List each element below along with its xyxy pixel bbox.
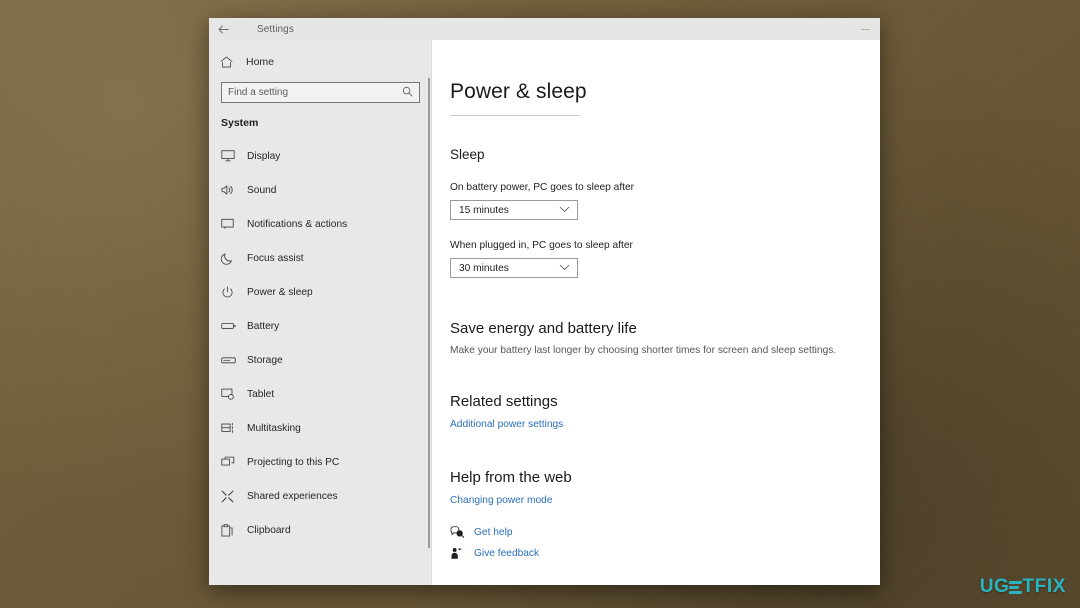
additional-power-settings-link[interactable]: Additional power settings xyxy=(450,419,563,430)
back-arrow-icon[interactable] xyxy=(209,18,237,40)
sidebar-item-label: Battery xyxy=(247,320,280,332)
sidebar-search-wrap xyxy=(209,82,432,103)
sidebar-item-label: Display xyxy=(247,150,281,162)
sidebar-item-label: Focus assist xyxy=(247,252,304,264)
chevron-down-icon xyxy=(559,264,570,273)
storage-icon xyxy=(221,356,247,365)
sidebar-item-tablet[interactable]: Tablet xyxy=(209,377,432,411)
search-input[interactable] xyxy=(228,87,402,98)
battery-icon xyxy=(221,321,247,331)
get-help-row[interactable]: Get help xyxy=(450,526,880,538)
sidebar-item-power-sleep[interactable]: Power & sleep xyxy=(209,275,432,309)
ugetfix-watermark: UG TFIX xyxy=(980,576,1066,598)
sidebar-item-clipboard[interactable]: Clipboard xyxy=(209,513,432,547)
page-title: Power & sleep xyxy=(450,80,587,103)
sidebar-item-focus-assist[interactable]: Focus assist xyxy=(209,241,432,275)
watermark-part-one: UG xyxy=(979,576,1010,597)
sidebar-item-label: Clipboard xyxy=(247,524,291,536)
get-help-icon xyxy=(450,526,474,538)
sidebar-item-label: Multitasking xyxy=(247,422,301,434)
window-title: Settings xyxy=(257,23,294,35)
window-controls xyxy=(850,18,880,40)
plugged-sleep-value: 30 minutes xyxy=(459,262,509,274)
sidebar-item-notifications[interactable]: Notifications & actions xyxy=(209,207,432,241)
sidebar-section-header: System xyxy=(221,117,259,129)
save-energy-heading: Save energy and battery life xyxy=(450,320,637,337)
related-settings-heading: Related settings xyxy=(450,393,558,410)
sidebar-item-multitasking[interactable]: Multitasking xyxy=(209,411,432,445)
projecting-icon xyxy=(221,456,247,468)
sleep-group-title: Sleep xyxy=(450,147,485,162)
stylized-e-icon xyxy=(1009,580,1023,594)
shared-icon xyxy=(221,490,247,503)
window-titlebar: Settings xyxy=(209,18,880,40)
search-box[interactable] xyxy=(221,82,420,103)
give-feedback-label: Give feedback xyxy=(474,548,540,559)
battery-sleep-dropdown[interactable]: 15 minutes xyxy=(450,200,578,220)
battery-sleep-label: On battery power, PC goes to sleep after xyxy=(450,182,635,193)
speaker-icon xyxy=(221,184,247,196)
moon-icon xyxy=(221,252,247,265)
tablet-icon xyxy=(221,388,247,400)
changing-power-mode-link[interactable]: Changing power mode xyxy=(450,495,553,506)
sidebar-item-label: Tablet xyxy=(247,388,275,400)
sidebar-item-label: Notifications & actions xyxy=(247,218,348,230)
settings-sidebar: Home System xyxy=(209,40,432,585)
notification-icon xyxy=(221,218,247,230)
sidebar-item-projecting[interactable]: Projecting to this PC xyxy=(209,445,432,479)
help-from-web-heading: Help from the web xyxy=(450,469,572,486)
get-help-label: Get help xyxy=(474,526,513,538)
help-links-block: Get help Give feedback xyxy=(450,526,880,560)
plugged-sleep-label: When plugged in, PC goes to sleep after xyxy=(450,240,633,251)
watermark-part-two: TFIX xyxy=(1022,576,1066,597)
minimize-button[interactable] xyxy=(850,18,880,40)
battery-sleep-value: 15 minutes xyxy=(459,204,509,216)
settings-window: Settings Home Find a setting System Disp… xyxy=(209,18,880,585)
search-icon xyxy=(402,86,413,100)
sidebar-item-shared-experiences[interactable]: Shared experiences xyxy=(209,479,432,513)
home-icon xyxy=(220,56,242,68)
sidebar-item-label: Power & sleep xyxy=(247,286,313,298)
sidebar-item-display[interactable]: Display xyxy=(209,139,432,173)
monitor-icon xyxy=(221,150,247,162)
save-energy-description: Make your battery last longer by choosin… xyxy=(450,345,837,356)
sidebar-item-sound[interactable]: Sound xyxy=(209,173,432,207)
clipboard-icon xyxy=(221,523,247,537)
give-feedback-row[interactable]: Give feedback xyxy=(450,547,880,560)
sidebar-home-label: Home xyxy=(246,56,275,68)
multitasking-icon xyxy=(221,422,247,434)
settings-content: Power & sleep Sleep On battery power, PC… xyxy=(432,40,880,585)
sidebar-item-label: Shared experiences xyxy=(247,490,338,502)
title-underline xyxy=(450,115,580,116)
sidebar-item-label: Storage xyxy=(247,354,283,366)
feedback-icon xyxy=(450,547,474,560)
power-icon xyxy=(221,286,247,299)
sidebar-item-home[interactable]: Home xyxy=(209,50,432,74)
sidebar-item-label: Sound xyxy=(247,184,277,196)
chevron-down-icon xyxy=(559,206,570,215)
plugged-sleep-dropdown[interactable]: 30 minutes xyxy=(450,258,578,278)
sidebar-item-storage[interactable]: Storage xyxy=(209,343,432,377)
sidebar-item-battery[interactable]: Battery xyxy=(209,309,432,343)
sidebar-item-label: Projecting to this PC xyxy=(247,456,340,468)
sidebar-scrollbar[interactable] xyxy=(428,78,430,548)
